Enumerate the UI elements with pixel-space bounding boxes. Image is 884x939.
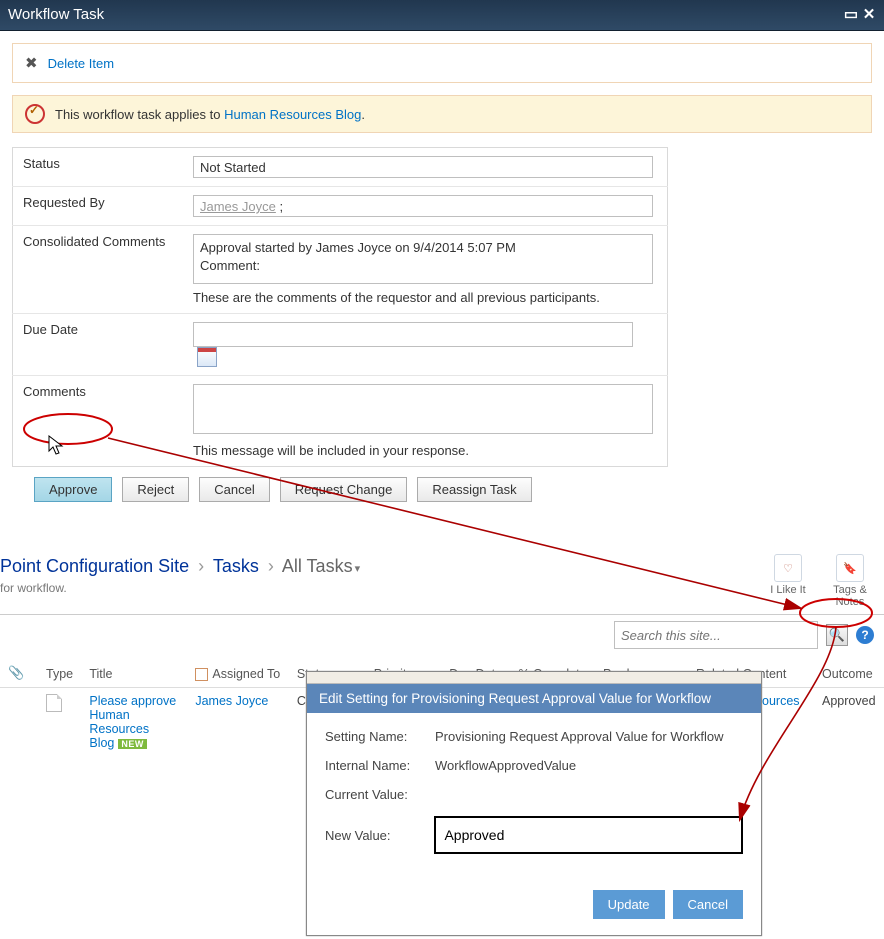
info-prefix: This workflow task applies to [55, 107, 224, 122]
search-go-icon[interactable]: 🔍 [826, 624, 848, 646]
consolidated-hint: These are the comments of the requestor … [193, 290, 657, 305]
delete-icon: ✖ [25, 54, 38, 72]
dialog-header: Workflow Task ▭ ✕ [0, 0, 884, 31]
due-date-label: Due Date [13, 314, 184, 376]
dialog-title: Workflow Task [8, 0, 104, 30]
calendar-icon[interactable] [197, 347, 217, 367]
heart-icon: ♡ [774, 554, 802, 582]
internal-name-label: Internal Name: [325, 758, 435, 773]
reject-button[interactable]: Reject [122, 477, 189, 502]
requested-by-label: Requested By [13, 187, 184, 226]
delete-panel: ✖ Delete Item [12, 43, 872, 83]
view-dropdown-icon[interactable]: ▾ [353, 563, 361, 575]
edit-setting-dialog: Edit Setting for Provisioning Request Ap… [306, 671, 762, 936]
col-outcome[interactable]: Outcome [814, 659, 884, 688]
comments-label: Comments [13, 376, 184, 467]
status-value: Not Started [193, 156, 653, 178]
breadcrumb-subtitle: for workflow. [0, 581, 360, 595]
action-buttons: Approve Reject Cancel Request Change Rea… [12, 467, 872, 502]
col-assigned-to[interactable]: Assigned To [187, 659, 288, 688]
comments-hint: This message will be included in your re… [193, 443, 657, 458]
search-input[interactable] [614, 621, 818, 649]
setting-name-label: Setting Name: [325, 729, 435, 744]
col-title[interactable]: Title [81, 659, 187, 688]
edit-dialog-title: Edit Setting for Provisioning Request Ap… [307, 684, 761, 713]
maximize-icon[interactable]: ▭ [844, 0, 858, 30]
approve-button[interactable]: Approve [34, 477, 112, 502]
help-icon[interactable]: ? [856, 626, 874, 644]
setting-name-value: Provisioning Request Approval Value for … [435, 729, 724, 744]
edit-cancel-button[interactable]: Cancel [673, 890, 743, 919]
row-assigned-link[interactable]: James Joyce [195, 694, 268, 708]
new-badge: NEW [118, 739, 147, 749]
new-value-label: New Value: [325, 828, 434, 843]
comments-field[interactable] [193, 384, 653, 434]
requested-by-value: James Joyce ; [193, 195, 653, 217]
new-value-field[interactable] [434, 816, 743, 854]
breadcrumb-site[interactable]: Point Configuration Site [0, 556, 189, 576]
row-outcome: Approved [814, 688, 884, 757]
due-date-field[interactable] [193, 322, 633, 347]
info-item-link[interactable]: Human Resources Blog [224, 107, 361, 122]
tags-notes-button[interactable]: 🔖 Tags & Notes [826, 554, 874, 608]
breadcrumb-list[interactable]: Tasks [213, 556, 259, 576]
breadcrumb-view: All Tasks [282, 556, 353, 576]
task-form: Status Not Started Requested By James Jo… [12, 147, 668, 467]
info-panel: This workflow task applies to Human Reso… [12, 95, 872, 133]
cancel-button[interactable]: Cancel [199, 477, 269, 502]
requested-by-link[interactable]: James Joyce [200, 199, 276, 214]
document-icon [46, 694, 62, 712]
delete-item-link[interactable]: Delete Item [48, 56, 114, 71]
reassign-button[interactable]: Reassign Task [417, 477, 531, 502]
tags-icon: 🔖 [836, 554, 864, 582]
info-suffix: . [361, 107, 365, 122]
internal-name-value: WorkflowApprovedValue [435, 758, 576, 773]
request-change-button[interactable]: Request Change [280, 477, 408, 502]
col-type[interactable]: Type [38, 659, 81, 688]
people-icon [195, 668, 208, 681]
update-button[interactable]: Update [593, 890, 665, 919]
like-button[interactable]: ♡ I Like It [764, 554, 812, 596]
close-icon[interactable]: ✕ [862, 0, 876, 30]
breadcrumb: Point Configuration Site › Tasks › All T… [0, 554, 360, 577]
consolidated-value: Approval started by James Joyce on 9/4/2… [193, 234, 653, 284]
status-label: Status [13, 148, 184, 187]
consolidated-label: Consolidated Comments [13, 226, 184, 314]
attachment-icon: 📎 [8, 665, 24, 680]
current-value-label: Current Value: [325, 787, 435, 802]
task-info-icon [25, 104, 45, 124]
